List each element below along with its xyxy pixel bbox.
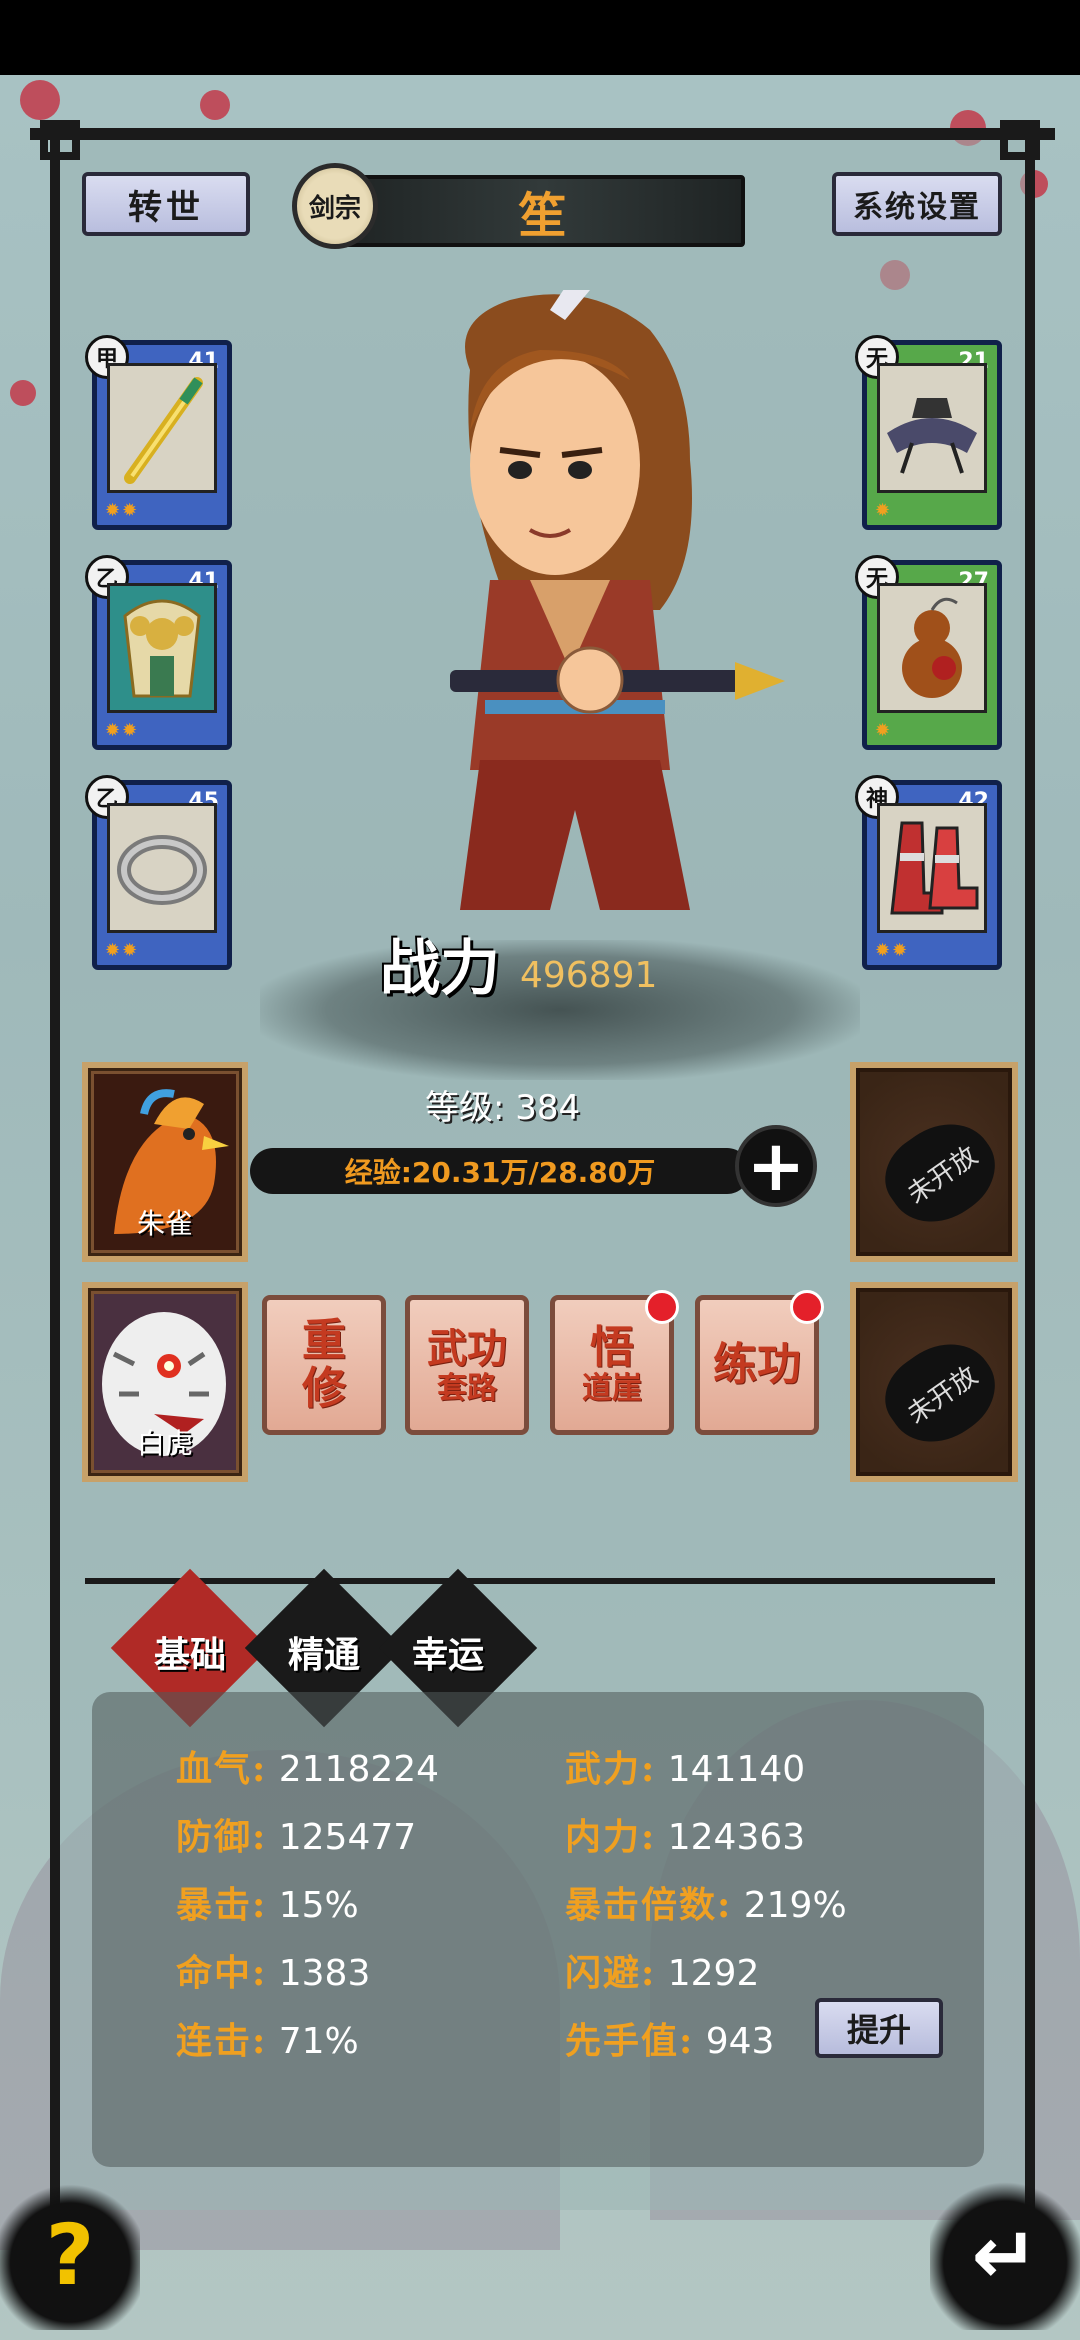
ring-icon [107, 803, 217, 933]
tab-basic[interactable]: 基础 [154, 1626, 226, 1678]
stat-key: 武力: [565, 1748, 657, 1790]
locked-label: 未开放 [870, 1104, 1012, 1242]
power-label: 战力 [380, 934, 500, 1004]
tab-mastery[interactable]: 精通 [288, 1626, 360, 1678]
star-rating: ✹✹ [875, 940, 910, 961]
stat-value: 71% [278, 2021, 359, 2062]
locked-slot[interactable]: 未开放 [850, 1282, 1018, 1482]
equip-slot-boots[interactable]: 神 42 ✹✹ [855, 775, 1002, 970]
stat-key: 防御: [176, 1816, 268, 1858]
hat-icon [877, 363, 987, 493]
stat-key: 闪避: [565, 1952, 657, 1994]
star-rating: ✹ [875, 720, 893, 741]
stat-value: 124363 [667, 1817, 806, 1858]
locked-label: 未开放 [870, 1324, 1012, 1462]
action-label: 练 [713, 1339, 757, 1390]
return-arrow-icon: ↵ [971, 2208, 1039, 2302]
upgrade-button[interactable]: 提升 [815, 1998, 943, 2058]
status-bar [0, 0, 1080, 75]
retrain-button[interactable]: 重修 [262, 1295, 386, 1435]
stat-value: 141140 [667, 1749, 806, 1790]
stat-critmul: 暴击倍数: 219% [565, 1876, 847, 1928]
gourd-icon [877, 583, 987, 713]
stat-value: 1383 [278, 1953, 371, 1994]
equip-slot-armor[interactable]: 乙 41 ✹✹ [85, 555, 232, 750]
stat-value: 2118224 [278, 1749, 440, 1790]
exp-text: 经验:20.31万/28.80万 [344, 1156, 656, 1189]
stat-dodge: 闪避: 1292 [565, 1944, 759, 1996]
tab-luck[interactable]: 幸运 [412, 1626, 484, 1678]
stat-key: 暴击: [176, 1884, 268, 1926]
stat-key: 内力: [565, 1816, 657, 1858]
action-sublabel: 道崖 [582, 1371, 642, 1406]
level-text: 等级: 384 [425, 1088, 581, 1128]
action-label: 重 [302, 1315, 346, 1366]
equip-slot-gourd[interactable]: 无 27 ✹ [855, 555, 1002, 750]
action-sublabel: 套路 [437, 1371, 497, 1406]
star-rating: ✹✹ [105, 940, 140, 961]
stat-inner: 内力: 124363 [565, 1808, 805, 1860]
action-sublabel: 修 [302, 1363, 346, 1414]
locked-slot[interactable]: 未开放 [850, 1062, 1018, 1262]
star-rating: ✹✹ [105, 720, 140, 741]
action-label: 悟 [590, 1322, 634, 1373]
exp-bar: 经验:20.31万/28.80万 [250, 1148, 750, 1194]
character-portrait [390, 280, 810, 940]
stat-key: 血气: [176, 1748, 268, 1790]
stat-key: 先手值: [565, 2020, 695, 2062]
martial-routine-button[interactable]: 武功 套路 [405, 1295, 529, 1435]
stat-key: 连击: [176, 2020, 268, 2062]
stat-atk: 武力: 141140 [565, 1740, 805, 1792]
stat-initiative: 先手值: 943 [565, 2012, 774, 2064]
stat-combo: 连击: 71% [176, 2012, 359, 2064]
stat-crit: 暴击: 15% [176, 1876, 359, 1928]
star-rating: ✹ [875, 500, 893, 521]
question-icon: ? [45, 2206, 95, 2304]
notification-dot [645, 1290, 679, 1324]
add-exp-button[interactable]: + [735, 1125, 817, 1207]
power-value: 496891 [520, 955, 658, 996]
beast-card-zhuque[interactable]: 朱雀 [82, 1062, 248, 1262]
star-rating: ✹✹ [105, 500, 140, 521]
frame-corner [1000, 120, 1040, 160]
notification-dot [790, 1290, 824, 1324]
stat-value: 1292 [667, 1953, 760, 1994]
plum-blossom [20, 80, 60, 120]
boots-icon [877, 803, 987, 933]
stat-value: 943 [705, 2021, 775, 2062]
stat-hit: 命中: 1383 [176, 1944, 370, 1996]
system-settings-button[interactable]: 系统设置 [832, 172, 1002, 236]
stat-value: 219% [743, 1885, 847, 1926]
stat-key: 暴击倍数: [565, 1884, 733, 1926]
section-divider [85, 1578, 995, 1584]
plus-icon: + [746, 1125, 806, 1207]
armor-icon [107, 583, 217, 713]
sect-badge: 剑宗 [292, 163, 378, 249]
plum-blossom [200, 90, 230, 120]
character-name: 笙 [340, 175, 745, 247]
stat-key: 命中: [176, 1952, 268, 1994]
beast-name: 朱雀 [136, 1207, 193, 1240]
stat-def: 防御: 125477 [176, 1808, 416, 1860]
frame-top-border [30, 128, 1055, 140]
equip-slot-weapon[interactable]: 甲 41 ✹✹ [85, 335, 232, 530]
beast-card-baihu[interactable]: 白虎 [82, 1282, 248, 1482]
help-button[interactable]: ? [0, 2180, 140, 2330]
plum-blossom [10, 380, 36, 406]
equip-slot-hat[interactable]: 无 21 ✹ [855, 335, 1002, 530]
equip-slot-ring[interactable]: 乙 45 ✹✹ [85, 775, 232, 970]
action-sublabel: 功 [757, 1339, 801, 1390]
rebirth-button[interactable]: 转世 [82, 172, 250, 236]
back-button[interactable]: ↵ [930, 2180, 1080, 2330]
stat-value: 15% [278, 1885, 359, 1926]
beast-name: 白虎 [136, 1427, 193, 1460]
action-label: 武功 [427, 1325, 507, 1372]
stat-hp: 血气: 2118224 [176, 1740, 439, 1792]
frame-corner [40, 120, 80, 160]
stat-value: 125477 [278, 1817, 417, 1858]
sword-icon [107, 363, 217, 493]
